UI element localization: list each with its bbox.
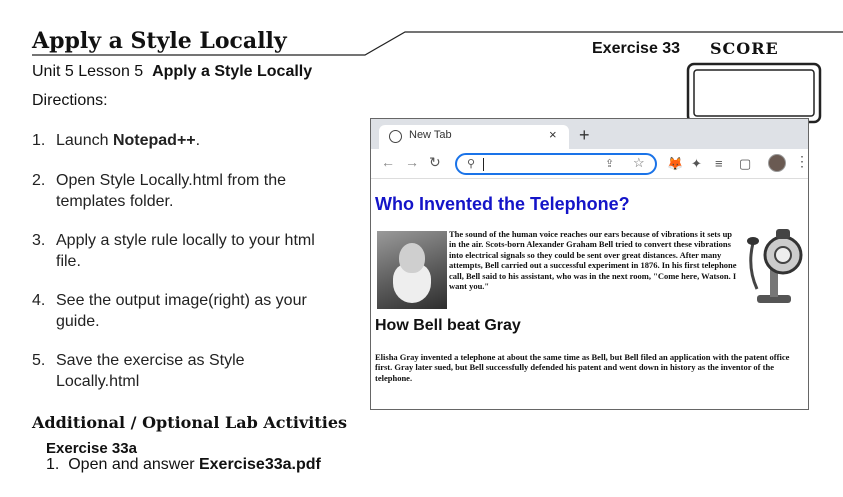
step-item: 5. Save the exercise as Style Locally.htm… xyxy=(32,352,245,390)
page-heading-2: How Bell beat Gray xyxy=(375,317,521,334)
additional-activities-heading: Additional / Optional Lab Activities xyxy=(32,413,348,432)
page-paragraph-1: The sound of the human voice reaches our… xyxy=(449,229,737,292)
exercise-33a-label: Exercise 33a xyxy=(46,440,137,457)
step-item: 3. Apply a style rule locally to your htm… xyxy=(32,232,315,270)
step-item: 4. See the output image(right) as your gu… xyxy=(32,292,307,330)
lesson-line: Unit 5 Lesson 5 Apply a Style Locally xyxy=(32,63,312,81)
search-icon: ⚲ xyxy=(467,158,476,170)
browser-toolbar: ← → ↻ ⚲ ⇪ ☆ 🦊 ✦ ≡ ▢ ⋮ xyxy=(371,149,808,179)
globe-icon xyxy=(389,130,402,143)
pdf-filename: Exercise33a.pdf xyxy=(198,456,321,473)
portrait-face xyxy=(399,243,425,273)
directions-label: Directions: xyxy=(32,92,108,109)
page-heading: Who Invented the Telephone? xyxy=(375,194,630,214)
back-icon[interactable]: ← xyxy=(381,154,395,170)
puzzle-extension-icon[interactable]: ✦ xyxy=(691,156,702,172)
bell-portrait-image xyxy=(377,231,447,309)
close-tab-icon[interactable]: × xyxy=(549,127,557,142)
star-icon[interactable]: ☆ xyxy=(633,155,645,171)
forward-icon[interactable]: → xyxy=(405,154,419,170)
avatar[interactable] xyxy=(768,154,786,172)
share-icon[interactable]: ⇪ xyxy=(605,157,614,170)
sidebar-icon[interactable]: ▢ xyxy=(739,156,751,172)
lesson-name: Apply a Style Locally xyxy=(152,63,313,80)
text-caret xyxy=(483,158,484,171)
menu-icon[interactable]: ⋮ xyxy=(795,153,808,170)
step-item: 1. Launch Notepad++. xyxy=(32,132,201,149)
tab-new-tab[interactable]: New Tab × xyxy=(379,125,569,149)
exercise-number: Exercise 33 xyxy=(592,40,681,57)
new-tab-button[interactable]: + xyxy=(579,125,590,146)
page-title: Apply a Style Locally xyxy=(32,28,287,54)
unit-label: Unit 5 Lesson 5 xyxy=(32,63,144,80)
tab-bar: New Tab × + xyxy=(371,119,808,149)
playlist-icon[interactable]: ≡ xyxy=(715,156,723,171)
address-bar[interactable]: ⚲ ⇪ ☆ xyxy=(455,153,657,175)
step-item: 2. Open Style Locally.html from the templ… xyxy=(32,172,287,210)
score-label: SCORE xyxy=(710,39,779,58)
telephone-image xyxy=(747,229,803,303)
exercise-33a-step: 1. Open and answer Exercise33a.pdf xyxy=(46,456,321,473)
fox-extension-icon[interactable]: 🦊 xyxy=(667,156,683,172)
page-paragraph-2: Elisha Gray invented a telephone at abou… xyxy=(375,352,790,383)
reload-icon[interactable]: ↻ xyxy=(429,154,441,171)
tab-label: New Tab xyxy=(409,129,452,141)
browser-output-image: New Tab × + ← → ↻ ⚲ ⇪ ☆ 🦊 ✦ ≡ ▢ ⋮ Who In… xyxy=(370,118,809,410)
